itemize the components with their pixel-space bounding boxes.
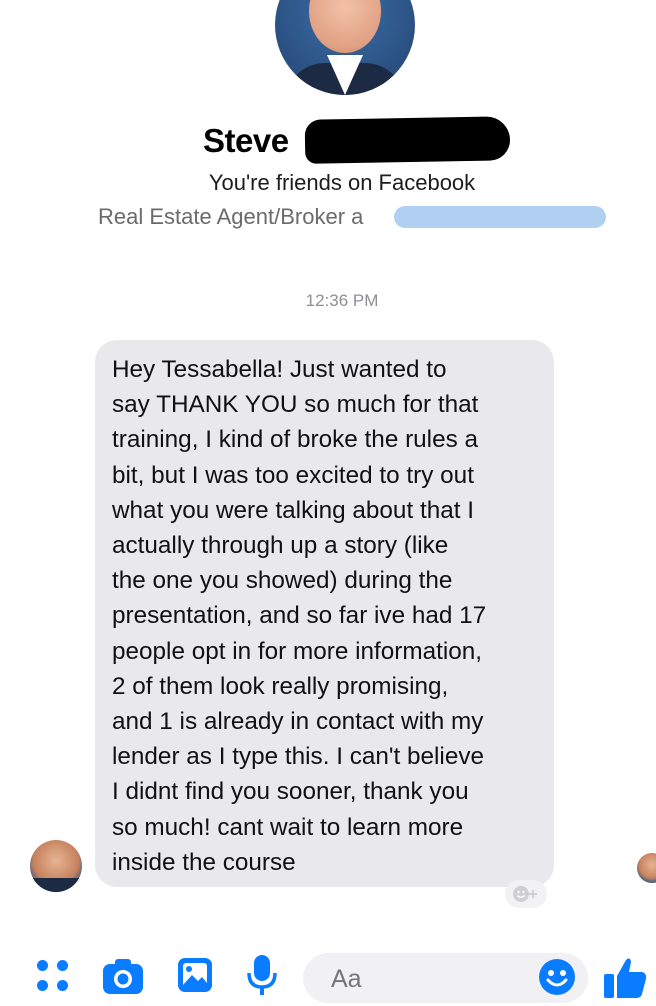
profile-photo[interactable] xyxy=(275,0,415,95)
emoji-icon[interactable] xyxy=(537,957,577,997)
job-redaction xyxy=(394,206,606,228)
smiley-plus-icon xyxy=(513,886,537,902)
friends-status: You're friends on Facebook xyxy=(208,170,476,195)
message-input[interactable] xyxy=(329,964,533,995)
apps-icon[interactable] xyxy=(35,958,71,994)
react-button[interactable] xyxy=(505,880,547,908)
message-timestamp: 12:36 PM xyxy=(305,291,379,310)
mic-icon[interactable] xyxy=(242,952,282,998)
gallery-icon[interactable] xyxy=(175,955,215,995)
contact-name: Steve xyxy=(203,122,289,159)
read-receipt-avatar xyxy=(637,853,656,883)
name-redaction xyxy=(304,116,511,164)
camera-icon[interactable] xyxy=(100,955,146,997)
sender-avatar[interactable] xyxy=(30,840,82,892)
message-text: Hey Tessabella! Just wanted to say THANK… xyxy=(112,356,487,876)
job-title: Real Estate Agent/Broker a xyxy=(98,204,364,229)
like-icon[interactable] xyxy=(600,952,650,1002)
